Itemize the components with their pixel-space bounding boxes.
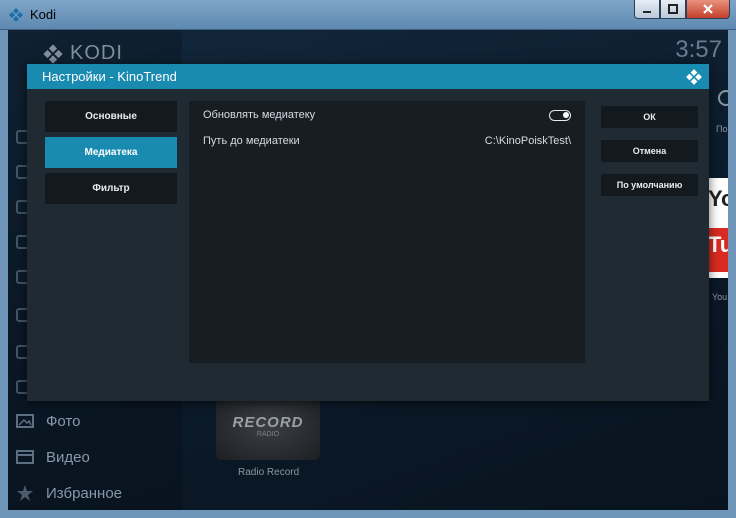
settings-panel: Обновлять медиатеку Путь до медиатеки C:… xyxy=(189,101,585,363)
youtube-tile[interactable]: Yo Tu xyxy=(708,178,728,278)
kodi-logo: KODI xyxy=(42,42,123,65)
menu-item-label: Видео xyxy=(46,448,90,466)
radio-record-tile[interactable]: RECORD RADIO xyxy=(216,392,320,460)
radio-logo-text: RECORD xyxy=(232,414,304,431)
library-path-value: C:\KinoPoiskTest\ xyxy=(484,135,571,147)
youtube-red-box: Tu xyxy=(708,228,728,272)
clock: 3:57 xyxy=(675,36,722,63)
category-list: Основные Медиатека Фильтр xyxy=(45,101,177,209)
menu-item-photo[interactable]: Фото xyxy=(16,412,80,430)
search-icon[interactable] xyxy=(718,90,728,106)
minimize-icon xyxy=(643,11,651,13)
close-window-button[interactable] xyxy=(686,0,730,19)
dialog-header: Настройки - KinoTrend xyxy=(27,64,709,89)
setting-label: Обновлять медиатеку xyxy=(203,109,316,121)
window-frame-bottom xyxy=(0,510,736,518)
cancel-button[interactable]: Отмена xyxy=(601,140,698,162)
peek-label: По xyxy=(716,124,728,134)
category-library[interactable]: Медиатека xyxy=(45,137,177,168)
close-icon xyxy=(703,4,713,14)
window-titlebar[interactable]: Kodi xyxy=(0,0,736,30)
star-icon xyxy=(17,485,33,501)
radio-logo-sub: RADIO xyxy=(256,431,280,438)
setting-label: Путь до медиатеки xyxy=(203,135,300,147)
maximize-button[interactable] xyxy=(660,0,686,19)
menu-item-label: Избранное xyxy=(46,484,123,502)
youtube-logo-text: Yo xyxy=(708,186,728,211)
menu-item-video[interactable]: Видео xyxy=(16,448,90,466)
minimize-button[interactable] xyxy=(634,0,660,19)
category-general[interactable]: Основные xyxy=(45,101,177,132)
toggle-knob xyxy=(563,111,569,118)
setting-library-path[interactable]: Путь до медиатеки C:\KinoPoiskTest\ xyxy=(189,127,585,155)
photo-icon xyxy=(16,414,34,428)
video-icon xyxy=(16,450,34,464)
ok-button[interactable]: ОК xyxy=(601,106,698,128)
update-library-toggle[interactable] xyxy=(549,109,571,121)
window-frame-right xyxy=(728,30,736,518)
background-tiles xyxy=(158,30,518,34)
radio-record-caption: Radio Record xyxy=(238,467,300,478)
setting-update-library[interactable]: Обновлять медиатеку xyxy=(189,101,585,129)
menu-item-label: Фото xyxy=(46,412,81,430)
window-title: Kodi xyxy=(30,7,57,22)
settings-dialog: Настройки - KinoTrend Основные Медиатека… xyxy=(27,64,709,401)
youtube-logo-text: Tu xyxy=(708,232,728,257)
action-buttons: ОК Отмена По умолчанию xyxy=(601,106,698,208)
category-filter[interactable]: Фильтр xyxy=(45,173,177,204)
maximize-icon xyxy=(668,4,678,14)
kodi-close-icon[interactable] xyxy=(685,68,703,86)
kodi-app-icon xyxy=(9,8,23,22)
reset-default-button[interactable]: По умолчанию xyxy=(601,174,698,196)
kodi-brand-text: KODI xyxy=(70,42,123,64)
window-frame-left xyxy=(0,30,8,518)
menu-item-favourites[interactable]: Избранное xyxy=(16,484,122,502)
dialog-title: Настройки - KinoTrend xyxy=(42,69,177,84)
window-controls xyxy=(634,0,730,20)
youtube-caption: You xyxy=(712,292,728,302)
kodi-logo-icon xyxy=(43,43,63,64)
